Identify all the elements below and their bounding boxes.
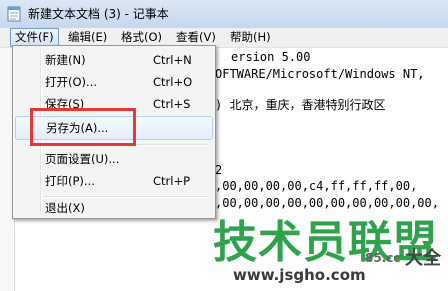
menu-item-shortcut: Ctrl+O — [153, 75, 193, 89]
menu-item-label: 页面设置(U)... — [45, 152, 120, 166]
menu-item-label: 退出(X) — [45, 201, 85, 215]
watermark-url: www.jsgho.com — [233, 266, 366, 284]
notepad-icon — [6, 6, 22, 22]
menu-item-shortcut: Ctrl+N — [153, 53, 192, 67]
menu-format[interactable]: 格式(O) — [117, 29, 166, 46]
menu-item-label: 打印(P)... — [45, 174, 95, 188]
editor-line: ,00,00,00,00,c4,ff,ff,ff,00, — [215, 179, 418, 193]
menu-help[interactable]: 帮助(H) — [226, 29, 275, 46]
menu-item-new[interactable]: 新建(N) Ctrl+N — [15, 49, 211, 71]
editor-line: ersion 5.00 — [231, 50, 311, 64]
editor-line: OFTWARE/Microsoft/Windows NT, — [215, 67, 425, 81]
menu-edit[interactable]: 编辑(E) — [64, 29, 111, 46]
menu-item-print[interactable]: 打印(P)... Ctrl+P — [15, 170, 211, 192]
menu-item-exit[interactable]: 退出(X) — [15, 197, 211, 219]
editor-line: ) 北京，重庆，香港特别行政区 — [215, 98, 386, 112]
annotation-highlight — [30, 108, 136, 146]
menu-item-label: 打开(O)... — [45, 75, 97, 89]
watermark-side: 大全 — [405, 248, 441, 269]
watermark-sub: 85.cc — [365, 251, 401, 265]
menu-item-open[interactable]: 打开(O)... Ctrl+O — [15, 71, 211, 93]
menu-item-shortcut: Ctrl+S — [153, 97, 191, 111]
menu-view[interactable]: 查看(V) — [172, 29, 220, 46]
title-bar: 新建文本文档 (3) - 记事本 — [0, 0, 448, 29]
window-title: 新建文本文档 (3) - 记事本 — [28, 7, 169, 21]
notepad-window: 新建文本文档 (3) - 记事本 文件(F) 编辑(E) 格式(O) 查看(V)… — [0, 0, 448, 291]
menu-item-label: 新建(N) — [45, 53, 86, 67]
menu-item-shortcut: Ctrl+P — [153, 174, 191, 188]
menu-item-page-setup[interactable]: 页面设置(U)... — [15, 148, 211, 170]
editor-line: 2 — [215, 163, 223, 177]
